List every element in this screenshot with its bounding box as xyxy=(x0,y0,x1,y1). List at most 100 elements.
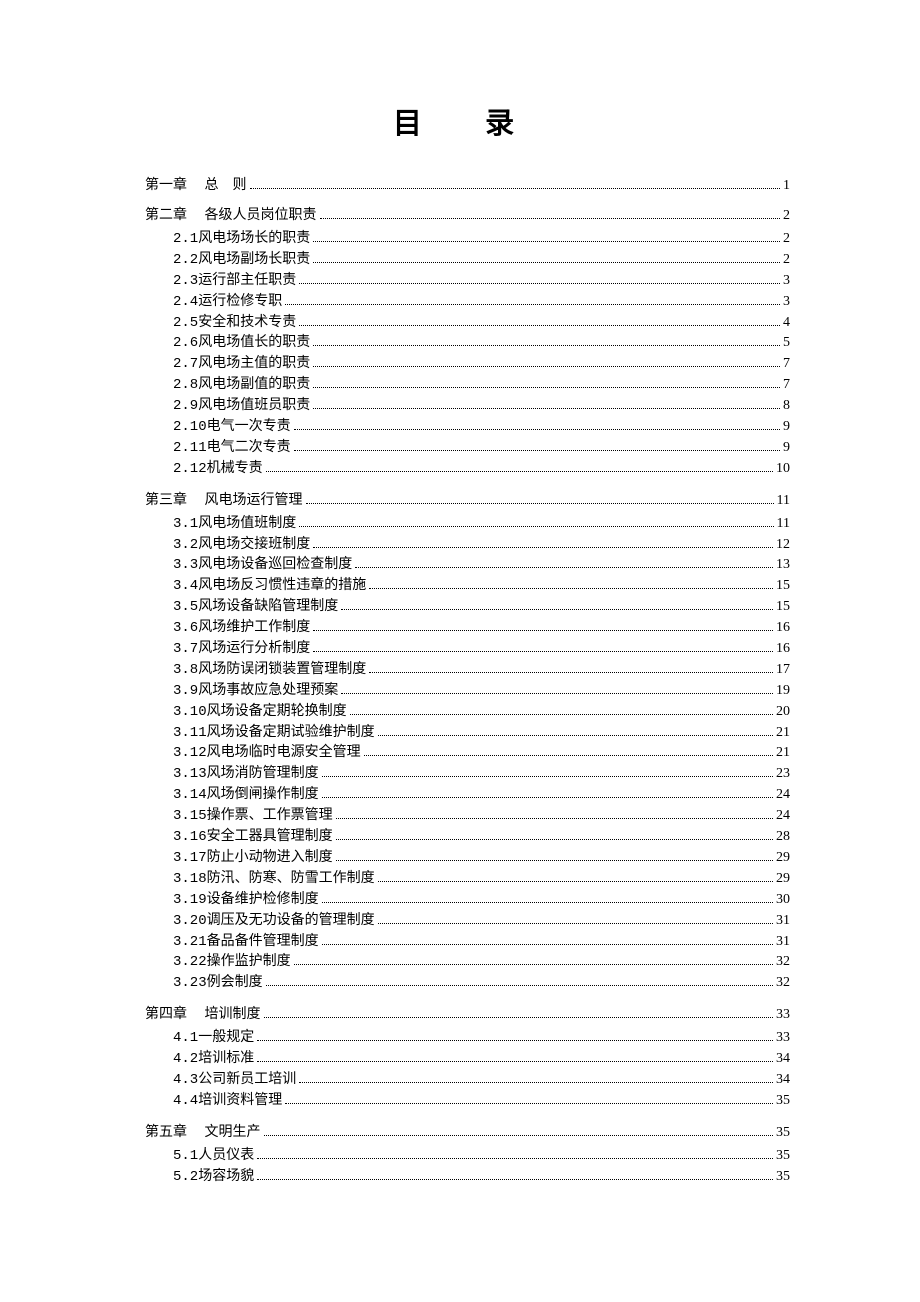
toc-sub-text: 培训资料管理 xyxy=(198,1092,282,1111)
toc-page-number: 35 xyxy=(776,1147,790,1166)
toc-sub-number: 3.10 xyxy=(173,703,207,722)
toc-dots xyxy=(257,1040,773,1041)
toc-sub-text: 风场消防管理制度 xyxy=(207,765,319,784)
toc-sub-number: 3.17 xyxy=(173,849,207,868)
toc-page-number: 16 xyxy=(776,619,790,638)
toc-sub-row: 3.16 安全工器具管理制度28 xyxy=(173,828,790,847)
toc-chapter-label: 第一章 总 则 xyxy=(145,174,247,194)
toc-sub-row: 2.4 运行检修专职3 xyxy=(173,293,790,312)
toc-page-number: 12 xyxy=(776,536,790,555)
toc-sub-row: 2.1 风电场场长的职责2 xyxy=(173,230,790,249)
toc-sub-row: 2.6 风电场值长的职责5 xyxy=(173,334,790,353)
toc-dots xyxy=(299,1082,773,1083)
toc-sub-text: 设备维护检修制度 xyxy=(207,891,319,910)
toc-sub-text: 备品备件管理制度 xyxy=(207,933,319,952)
toc-page-number: 29 xyxy=(776,849,790,868)
toc-sub-row: 4.3 公司新员工培训34 xyxy=(173,1071,790,1090)
toc-dots xyxy=(313,408,780,409)
toc-dots xyxy=(313,630,773,631)
toc-page-number: 21 xyxy=(776,744,790,763)
toc-sub-text: 机械专责 xyxy=(207,460,263,479)
toc-dots xyxy=(369,588,773,589)
toc-page-number: 2 xyxy=(783,230,790,249)
toc-sub-text: 风场设备定期轮换制度 xyxy=(207,703,347,722)
toc-sub-text: 操作监护制度 xyxy=(207,953,291,972)
toc-dots xyxy=(322,797,773,798)
toc-dots xyxy=(320,218,781,219)
toc-dots xyxy=(299,325,780,326)
toc-dots xyxy=(341,693,773,694)
toc-sub-number: 3.7 xyxy=(173,640,198,659)
toc-dots xyxy=(341,609,773,610)
toc-sub-row: 2.11 电气二次专责9 xyxy=(173,439,790,458)
toc-sub-text: 培训标准 xyxy=(198,1050,254,1069)
toc-page-number: 32 xyxy=(776,974,790,993)
toc-sub-number: 3.20 xyxy=(173,912,207,931)
toc-page-number: 10 xyxy=(776,460,790,479)
toc-sub-row: 5.2 场容场貌35 xyxy=(173,1168,790,1187)
toc-sub-number: 3.6 xyxy=(173,619,198,638)
toc-sub-number: 4.4 xyxy=(173,1092,198,1111)
toc-sub-number: 3.2 xyxy=(173,536,198,555)
toc-sub-number: 2.1 xyxy=(173,230,198,249)
toc-chapter-label: 第三章 风电场运行管理 xyxy=(145,489,303,509)
toc-sub-row: 2.9 风电场值班员职责8 xyxy=(173,397,790,416)
toc-sub-row: 3.5 风场设备缺陷管理制度15 xyxy=(173,598,790,617)
toc-sub-number: 3.12 xyxy=(173,744,207,763)
toc-sub-row: 3.23 例会制度32 xyxy=(173,974,790,993)
toc-sub-text: 电气二次专责 xyxy=(207,439,291,458)
toc-sub-text: 公司新员工培训 xyxy=(198,1071,296,1090)
toc-sub-row: 2.5 安全和技术专责4 xyxy=(173,314,790,333)
toc-sub-row: 3.22 操作监护制度32 xyxy=(173,953,790,972)
toc-sub-number: 3.11 xyxy=(173,724,207,743)
toc-sub-row: 2.12 机械专责10 xyxy=(173,460,790,479)
toc-page-number: 5 xyxy=(783,334,790,353)
toc-sub-number: 3.9 xyxy=(173,682,198,701)
toc-sub-text: 风电场值班制度 xyxy=(198,515,296,534)
toc-sub-row: 3.11 风场设备定期试验维护制度 21 xyxy=(173,724,790,743)
toc-sub-text: 电气一次专责 xyxy=(207,418,291,437)
toc-page-number: 24 xyxy=(776,786,790,805)
toc-sub-text: 风场设备定期试验维护制度 xyxy=(207,724,375,743)
toc-sub-row: 3.6 风场维护工作制度16 xyxy=(173,619,790,638)
toc-page-number: 4 xyxy=(783,314,790,333)
toc-container: 第一章 总 则1第二章 各级人员岗位职责22.1 风电场场长的职责22.2 风电… xyxy=(145,174,790,1187)
toc-sub-text: 安全工器具管理制度 xyxy=(207,828,333,847)
toc-sub-number: 2.3 xyxy=(173,272,198,291)
toc-sub-number: 2.2 xyxy=(173,251,198,270)
toc-dots xyxy=(336,818,773,819)
toc-page-number: 33 xyxy=(776,1007,790,1023)
toc-sub-row: 2.3 运行部主任职责3 xyxy=(173,272,790,291)
toc-page-number: 15 xyxy=(776,598,790,617)
toc-page-number: 34 xyxy=(776,1050,790,1069)
toc-sub-text: 一般规定 xyxy=(198,1029,254,1048)
toc-dots xyxy=(285,1103,773,1104)
toc-sub-row: 3.2 风电场交接班制度12 xyxy=(173,536,790,555)
toc-page-number: 21 xyxy=(776,724,790,743)
toc-sub-row: 3.4 风电场反习惯性违章的措施15 xyxy=(173,577,790,596)
toc-sub-row: 3.1 风电场值班制度11 xyxy=(173,515,790,534)
toc-page-number: 2 xyxy=(783,208,790,224)
toc-sub-number: 3.1 xyxy=(173,515,198,534)
toc-sub-text: 风场倒闸操作制度 xyxy=(207,786,319,805)
toc-sub-text: 风场防误闭锁装置管理制度 xyxy=(198,661,366,680)
toc-dots xyxy=(257,1179,773,1180)
toc-sub-number: 3.23 xyxy=(173,974,207,993)
toc-page-number: 19 xyxy=(776,682,790,701)
toc-dots xyxy=(294,964,773,965)
toc-dots xyxy=(313,547,773,548)
toc-sub-row: 3.8 风场防误闭锁装置管理制度17 xyxy=(173,661,790,680)
toc-dots xyxy=(322,944,773,945)
toc-page-number: 11 xyxy=(777,493,790,509)
toc-sub-row: 3.10 风场设备定期轮换制度20 xyxy=(173,703,790,722)
toc-page-number: 13 xyxy=(776,556,790,575)
toc-dots xyxy=(322,902,773,903)
toc-sub-row: 3.13 风场消防管理制度23 xyxy=(173,765,790,784)
toc-sub-row: 4.1 一般规定33 xyxy=(173,1029,790,1048)
toc-sub-row: 3.15 操作票、工作票管理24 xyxy=(173,807,790,826)
toc-page-number: 23 xyxy=(776,765,790,784)
toc-sub-number: 3.4 xyxy=(173,577,198,596)
toc-sub-row: 2.2 风电场副场长职责2 xyxy=(173,251,790,270)
toc-sub-number: 2.7 xyxy=(173,355,198,374)
toc-sub-text: 风场设备缺陷管理制度 xyxy=(198,598,338,617)
